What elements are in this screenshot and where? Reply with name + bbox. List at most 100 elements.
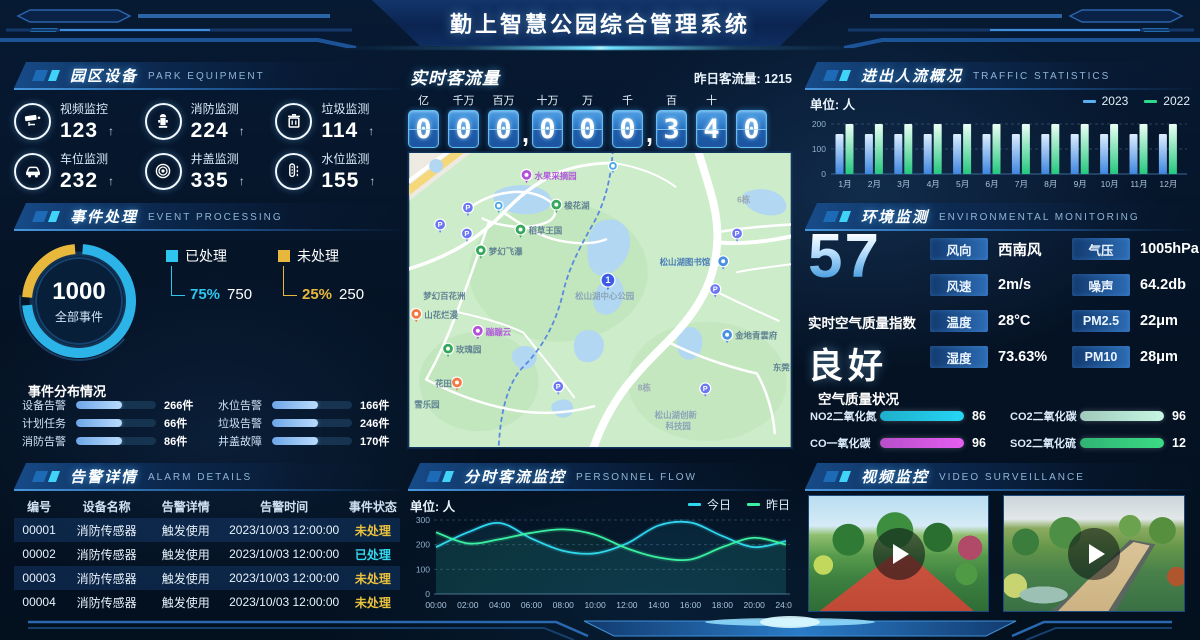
digit-place-label: 亿 [408, 92, 439, 108]
legend-swatch [1144, 100, 1157, 103]
legend-item: 2023 [1083, 94, 1129, 108]
video-thumbnail-1[interactable] [808, 495, 989, 612]
table-row: 00001消防传感器触发使用2023/10/03 12:00:00未处理 [14, 518, 400, 542]
distribution-bar-track [76, 419, 156, 427]
trend-up-icon: ↑ [108, 174, 114, 188]
svg-text:P: P [703, 384, 708, 393]
digit-boxes-row: 000,000,340 [408, 110, 792, 148]
bar-2023 [894, 134, 902, 174]
distribution-bar-fill [76, 419, 122, 427]
map-place-label: 松山湖创新 [655, 410, 698, 420]
bar-2023 [1012, 134, 1020, 174]
distribution-row: 计划任务66件 [22, 417, 202, 428]
legend-swatch [166, 250, 178, 262]
svg-text:24:00: 24:00 [775, 600, 792, 610]
flip-digit: 0 [612, 110, 643, 148]
car-icon [14, 153, 51, 190]
legend-swatch [278, 250, 290, 262]
map-place-label: 松山湖图书馆 [660, 257, 711, 267]
table-header-cell: 编号 [14, 498, 64, 515]
play-button[interactable] [873, 528, 925, 580]
distribution-label: 设备告警 [22, 397, 76, 413]
svg-text:1: 1 [605, 275, 610, 285]
section-header-video-surveillance: 视频监控 VIDEO SURVEILLANCE [805, 463, 1192, 489]
svg-text:0: 0 [821, 169, 826, 179]
bar-2023 [1159, 134, 1167, 174]
svg-text:02:00: 02:00 [457, 600, 479, 610]
svg-text:20:00: 20:00 [744, 600, 766, 610]
legend-label: 未处理 [297, 246, 339, 266]
equipment-value-row: 155↑ [321, 169, 375, 193]
svg-text:06:00: 06:00 [521, 600, 543, 610]
digit-value: 4 [703, 114, 719, 145]
equipment-card-body: 车位监测232↑ [60, 150, 114, 193]
map-place-label: 水果采摘园 [534, 171, 576, 181]
distribution-label: 垃圾告警 [218, 415, 272, 431]
bar-2022 [904, 124, 912, 174]
section-title: 事件处理 [70, 206, 138, 227]
bar-2023 [924, 134, 932, 174]
table-cell: 2023/10/03 12:00:00 [222, 523, 346, 537]
legend-percent: 75% [190, 286, 220, 303]
environment-metrics-grid: 风向西南风气压1005hPa风速2m/s噪声64.2db温度28°CPM2.52… [930, 238, 1192, 368]
events-total-value: 1000 [52, 278, 105, 306]
map-place-label: 8栋 [638, 382, 652, 392]
equipment-card: 井盖监测335↑ [145, 146, 270, 196]
aqi-value: 57 [808, 226, 881, 288]
events-legend-processed: 已处理75%750 [166, 246, 252, 303]
svg-text:P: P [438, 220, 443, 229]
env-metric-label: 风向 [930, 238, 988, 260]
svg-text:18:00: 18:00 [712, 600, 734, 610]
env-metric-label: 湿度 [930, 346, 988, 368]
section-chip-icon [32, 70, 48, 81]
map-place-label: 松山湖中心公园 [575, 291, 634, 301]
env-metric-value: 28μm [1136, 349, 1200, 365]
table-cell: 消防传感器 [64, 546, 149, 563]
section-subtitle: TRAFFIC STATISTICS [973, 68, 1110, 82]
env-metric-label: 噪声 [1072, 274, 1130, 296]
table-cell: 触发使用 [149, 570, 222, 587]
map-place-label: 科技园 [666, 421, 691, 431]
svg-text:2月: 2月 [868, 179, 881, 189]
equipment-card: 车位监测232↑ [14, 146, 139, 196]
aqi-level: 良好 [808, 338, 888, 389]
video-thumbnail-2[interactable] [1003, 495, 1185, 612]
table-header-cell: 事件状态 [346, 498, 400, 515]
play-button[interactable] [1068, 528, 1120, 580]
map-place-label: 梦幻飞瀑 [488, 246, 523, 256]
svg-text:10:00: 10:00 [584, 600, 606, 610]
air-quality-bar [880, 411, 964, 421]
equipment-label: 井盖监测 [191, 150, 245, 167]
air-quality-value: 12 [1172, 436, 1192, 450]
section-header-personnel-flow: 分时客流监控 PERSONNEL FLOW [408, 463, 792, 489]
park-map[interactable]: 水果采摘园梭花湖稻草王国梦幻飞瀑梦幻百花洲山花烂漫蹦蹦云玫瑰园花田雪乐园1松山湖… [408, 152, 792, 448]
svg-text:P: P [735, 229, 740, 238]
svg-text:300: 300 [416, 515, 430, 525]
yesterday-visitors-label: 昨日客流量: [694, 72, 761, 86]
legend-connector [171, 266, 185, 296]
svg-text:04:00: 04:00 [489, 600, 511, 610]
legend-values: 75%750 [190, 286, 252, 303]
water-level-icon [275, 153, 312, 190]
legend-label: 2022 [1163, 94, 1190, 108]
legend-count: 250 [339, 286, 364, 303]
svg-text:4月: 4月 [927, 179, 940, 189]
distribution-row: 垃圾告警246件 [218, 417, 398, 428]
trash-icon [275, 103, 312, 140]
distribution-bar-track [272, 419, 352, 427]
map-place-label: 梭花湖 [564, 201, 590, 211]
distribution-value: 66件 [164, 415, 202, 431]
section-chip-icon [823, 211, 839, 222]
equipment-card-body: 垃圾监测114↑ [321, 100, 374, 143]
svg-text:7月: 7月 [1015, 179, 1028, 189]
section-chip-icon [823, 70, 839, 81]
digit-place-label: 百万 [488, 92, 519, 108]
bar-2022 [1081, 124, 1089, 174]
air-quality-row: NO2二氧化氮86 [810, 410, 992, 422]
section-title: 视频监控 [861, 466, 929, 487]
bar-2022 [1110, 124, 1118, 174]
table-cell: 触发使用 [149, 546, 222, 563]
equipment-value: 224 [191, 119, 229, 143]
equipment-card: 水位监测155↑ [275, 146, 400, 196]
equipment-value: 114 [321, 119, 358, 143]
